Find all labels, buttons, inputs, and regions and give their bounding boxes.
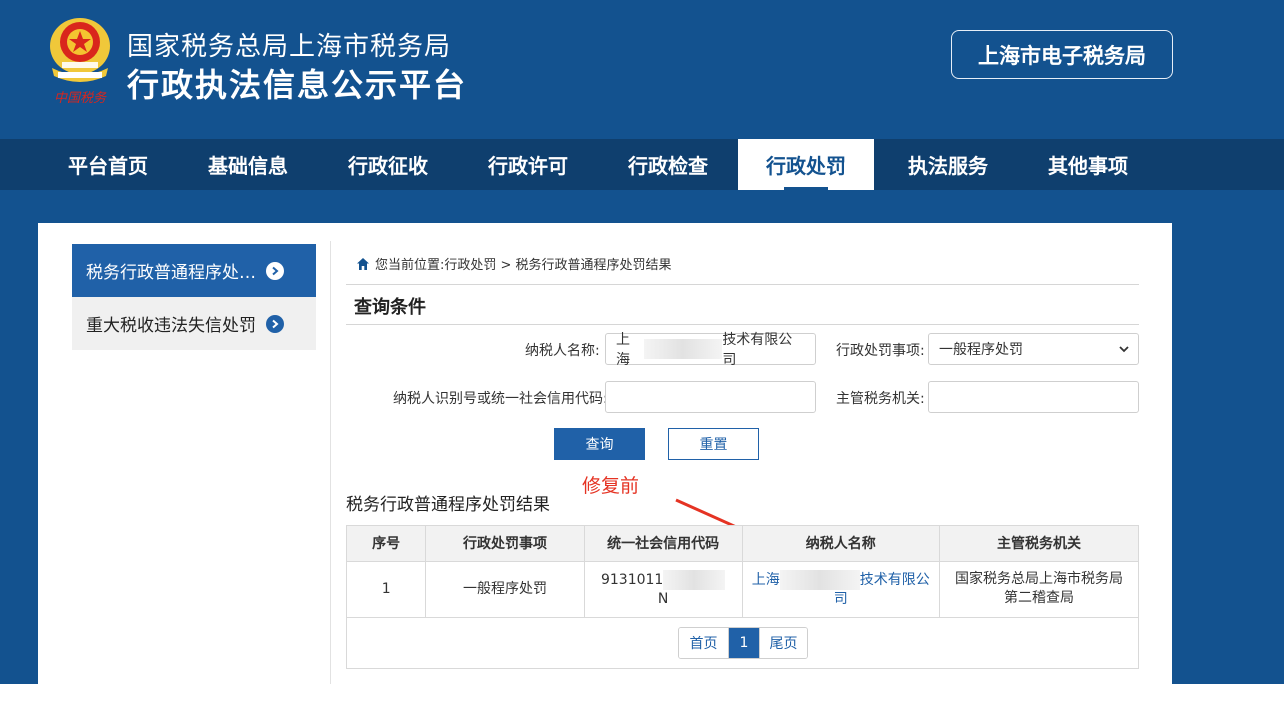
taxpayer-id-input[interactable]: [605, 381, 816, 413]
sidebar: 税务行政普通程序处罚结果 重大税收违法失信处罚: [72, 244, 316, 350]
nav-item-basic-info[interactable]: 基础信息: [180, 139, 316, 190]
taxpayer-name-prefix: 上海: [616, 332, 630, 368]
pager-first-button[interactable]: 首页: [679, 628, 729, 658]
table-header-row: 序号 行政处罚事项 统一社会信用代码 纳税人名称 主管税务机关: [347, 526, 1138, 562]
column-header: 行政处罚事项: [425, 526, 585, 562]
taxpayer-name-prefix: 上海: [751, 571, 780, 588]
authority-label: 主管税务机关:: [836, 391, 925, 407]
table-row: 1 一般程序处罚 9131011 N 上海 技术有限公司 国家税务总局上海市税务局…: [347, 560, 1138, 618]
nav-item-admin-collection[interactable]: 行政征收: [320, 139, 456, 190]
breadcrumb-path[interactable]: 行政处罚 > 税务行政普通程序处罚结果: [444, 254, 671, 273]
column-header: 统一社会信用代码: [583, 526, 743, 562]
pager-last-button[interactable]: 尾页: [759, 628, 807, 658]
cell-penalty-item: 一般程序处罚: [425, 560, 585, 618]
sidebar-item-major-violation[interactable]: 重大税收违法失信处罚: [72, 297, 316, 350]
query-section-title: 查询条件: [354, 297, 426, 318]
sidebar-item-normal-penalty[interactable]: 税务行政普通程序处罚结果: [72, 244, 316, 297]
redaction-blur: [643, 339, 723, 359]
content-panel: 税务行政普通程序处罚结果 重大税收违法失信处罚 您当前位置: 行政处罚 > 税务…: [38, 223, 1172, 684]
sidebar-item-label: 税务行政普通程序处罚结果: [86, 263, 258, 283]
site-title-line1: 国家税务总局上海市税务局: [127, 32, 452, 62]
results-title: 税务行政普通程序处罚结果: [346, 495, 550, 515]
nav-item-other-matters[interactable]: 其他事项: [1020, 139, 1156, 190]
penalty-item-value: 一般程序处罚: [939, 342, 1023, 358]
sidebar-item-label: 重大税收违法失信处罚: [86, 316, 256, 336]
nav-item-admin-license[interactable]: 行政许可: [460, 139, 596, 190]
cell-index: 1: [347, 560, 427, 618]
taxpayer-name-suffix: 技术有限公司: [722, 332, 793, 368]
breadcrumb: 您当前位置: 行政处罚 > 税务行政普通程序处罚结果: [356, 254, 672, 273]
annotation-before-fix: 修复前: [582, 475, 640, 497]
penalty-item-label: 行政处罚事项:: [836, 343, 925, 359]
credit-code-suffix: N: [657, 590, 669, 607]
nav-item-enforcement-service[interactable]: 执法服务: [880, 139, 1016, 190]
logo-caption: 中国税务: [54, 91, 107, 106]
nav-item-admin-inspection[interactable]: 行政检查: [600, 139, 736, 190]
chevron-right-icon: [266, 261, 284, 280]
chevron-down-icon: [1119, 346, 1129, 353]
cell-taxpayer-name-link[interactable]: 上海 技术有限公司: [741, 560, 941, 618]
taxpayer-name-input[interactable]: 上海 技术有限公司: [605, 332, 816, 368]
pagination: 首页 1 尾页: [678, 627, 808, 659]
etax-button[interactable]: 上海市电子税务局: [951, 30, 1173, 79]
chevron-right-icon: [266, 314, 284, 333]
taxpayer-name-label: 纳税人名称:: [525, 343, 600, 359]
pager-page-1[interactable]: 1: [729, 628, 759, 658]
breadcrumb-divider: [346, 284, 1139, 285]
authority-input[interactable]: [928, 381, 1139, 413]
taxpayer-id-label: 纳税人识别号或统一社会信用代码:: [393, 391, 608, 407]
home-icon: [357, 257, 369, 270]
cell-credit-code: 9131011 N: [583, 560, 743, 618]
credit-code-prefix: 9131011: [600, 571, 664, 588]
redaction-blur: [779, 569, 860, 590]
penalty-item-select[interactable]: 一般程序处罚: [928, 333, 1139, 365]
query-button[interactable]: 查询: [554, 428, 645, 460]
site-title-line2: 行政执法信息公示平台: [127, 66, 468, 104]
nav-item-admin-penalty[interactable]: 行政处罚: [738, 139, 874, 190]
redaction-blur: [663, 569, 726, 590]
query-section-divider: [346, 324, 1139, 325]
nav-item-home[interactable]: 平台首页: [40, 139, 176, 190]
column-header: 序号: [347, 526, 427, 562]
results-table: 序号 行政处罚事项 统一社会信用代码 纳税人名称 主管税务机关 1 一般程序处罚…: [346, 525, 1139, 669]
site-header: 中国税务 国家税务总局上海市税务局 行政执法信息公示平台 上海市电子税务局: [0, 0, 1284, 139]
reset-button[interactable]: 重置: [668, 428, 759, 460]
breadcrumb-prefix: 您当前位置:: [375, 258, 445, 273]
cell-authority: 国家税务总局上海市税务局第二稽查局: [939, 560, 1138, 618]
column-header: 纳税人名称: [741, 526, 941, 562]
tax-emblem-logo: 中国税务: [50, 18, 110, 106]
column-header: 主管税务机关: [939, 526, 1138, 562]
sidebar-divider: [330, 241, 331, 684]
main-nav: 平台首页 基础信息 行政征收 行政许可 行政检查 行政处罚 执法服务 其他事项: [0, 139, 1284, 190]
